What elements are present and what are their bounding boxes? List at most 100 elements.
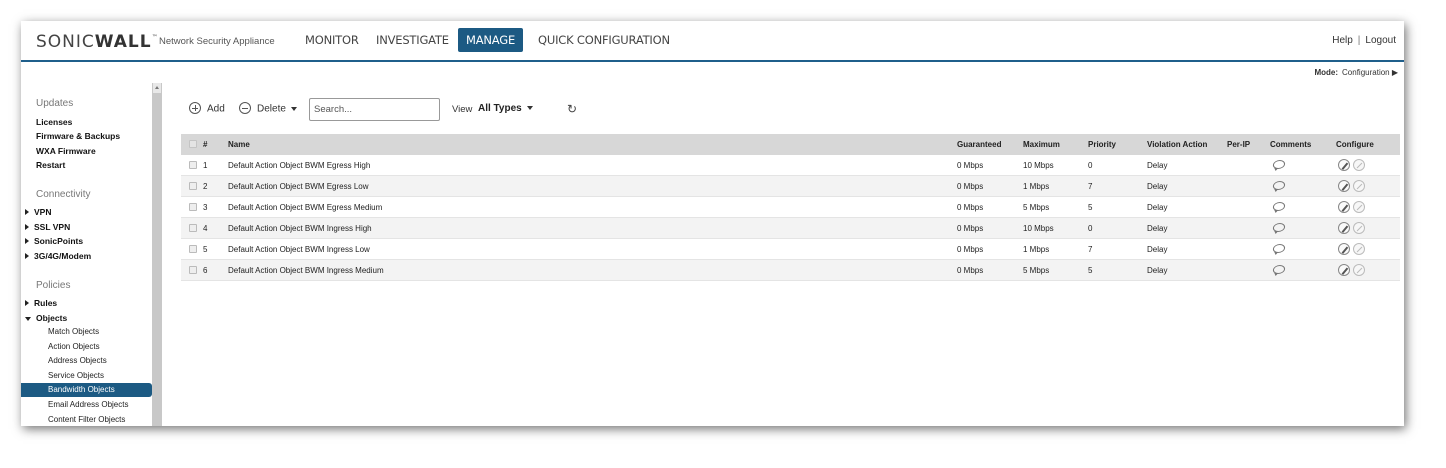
add-label: Add [207,103,225,115]
toolbar: Add Delete View All Types ↻ [189,98,589,122]
nav-manage[interactable]: MANAGE [458,28,524,52]
view-type-select[interactable]: All Types [478,103,533,114]
sidebar-item-firmware-backups[interactable]: Firmware & Backups [36,131,120,141]
row-number: 6 [203,266,208,275]
table-row[interactable]: 1 Default Action Object BWM Egress High … [181,155,1400,176]
row-checkbox[interactable] [189,203,197,211]
row-maximum: 5 Mbps [1023,203,1050,212]
sidebar-item-3g-4g-modem[interactable]: 3G/4G/Modem [25,251,93,261]
column-header-per-ip[interactable]: Per-IP [1227,134,1250,155]
comment-icon[interactable] [1272,202,1286,211]
sidebar-subitem-content-filter-objects[interactable]: Content Filter Objects [48,415,125,424]
sidebar-item-sonicpoints[interactable]: SonicPoints [25,236,85,246]
expand-arrow-icon [25,300,29,306]
sidebar-item-label: SSL VPN [34,222,71,232]
row-guaranteed: 0 Mbps [957,182,984,191]
delete-row-icon[interactable] [1353,222,1365,234]
table-header: # Name Guaranteed Maximum Priority Viola… [181,134,1400,155]
expand-arrow-icon [25,224,29,230]
sidebar-subitem-action-objects[interactable]: Action Objects [48,342,100,351]
sonicwall-logo[interactable]: SONICWALL™ [36,32,159,52]
add-button[interactable]: Add [189,102,225,115]
bandwidth-objects-table: # Name Guaranteed Maximum Priority Viola… [181,134,1400,281]
expand-arrow-icon [25,209,29,215]
edit-icon[interactable] [1338,222,1350,234]
column-header-configure: Configure [1336,140,1374,149]
row-checkbox[interactable] [189,182,197,190]
logo-text-bold: WALL [94,32,152,52]
sidebar-item-label: Objects [36,313,68,323]
mode-value[interactable]: Configuration ▶ [1342,68,1398,77]
column-header-guaranteed[interactable]: Guaranteed [957,134,1001,155]
sidebar-item-rules[interactable]: Rules [25,298,59,308]
delete-row-icon[interactable] [1353,159,1365,171]
product-name: Network Security Appliance [159,36,275,47]
view-label: View [452,104,473,115]
edit-icon[interactable] [1338,180,1350,192]
table-row[interactable]: 3 Default Action Object BWM Egress Mediu… [181,197,1400,218]
edit-icon[interactable] [1338,159,1350,171]
nav-monitor[interactable]: MONITOR [297,28,367,52]
row-violation-action: Delay [1147,182,1168,191]
chevron-down-icon [290,107,297,111]
row-priority: 7 [1088,182,1093,191]
row-checkbox[interactable] [189,266,197,274]
nav-investigate[interactable]: INVESTIGATE [368,28,457,52]
table-row[interactable]: 5 Default Action Object BWM Ingress Low … [181,239,1400,260]
row-name: Default Action Object BWM Ingress Medium [228,266,384,275]
sidebar-section-connectivity: Connectivity [36,189,91,200]
table-row[interactable]: 6 Default Action Object BWM Ingress Medi… [181,260,1400,281]
help-link[interactable]: Help [1332,35,1353,46]
row-checkbox[interactable] [189,161,197,169]
row-checkbox[interactable] [189,224,197,232]
sidebar-subitem-email-address-objects[interactable]: Email Address Objects [48,400,128,409]
edit-icon[interactable] [1338,264,1350,276]
sidebar-item-restart[interactable]: Restart [36,160,65,170]
delete-button[interactable]: Delete [239,102,297,115]
row-priority: 7 [1088,245,1093,254]
sidebar-subitem-match-objects[interactable]: Match Objects [48,327,99,336]
column-header-maximum[interactable]: Maximum [1023,134,1060,155]
comment-icon[interactable] [1272,181,1286,190]
select-all-checkbox[interactable] [189,140,197,148]
edit-icon[interactable] [1338,243,1350,255]
nav-quick-configuration[interactable]: QUICK CONFIGURATION [530,28,678,52]
sidebar-item-vpn[interactable]: VPN [25,207,53,217]
column-header-number[interactable]: # [203,134,207,155]
table-row[interactable]: 2 Default Action Object BWM Egress Low 0… [181,176,1400,197]
delete-row-icon[interactable] [1353,180,1365,192]
sidebar-item-label: SonicPoints [34,236,84,246]
comment-icon[interactable] [1272,223,1286,232]
comment-icon[interactable] [1272,244,1286,253]
row-maximum: 10 Mbps [1023,224,1054,233]
sidebar-item-licenses[interactable]: Licenses [36,117,72,127]
column-header-violation-action[interactable]: Violation Action [1147,134,1207,155]
search-input[interactable] [309,98,440,121]
comment-icon[interactable] [1272,160,1286,169]
sidebar-subitem-service-objects[interactable]: Service Objects [48,371,104,380]
row-name: Default Action Object BWM Egress High [228,161,371,170]
sidebar-subitem-bandwidth-objects[interactable]: Bandwidth Objects [21,383,152,397]
sidebar-item-objects[interactable]: Objects [25,313,68,323]
column-header-name[interactable]: Name [228,134,250,155]
scroll-up-icon[interactable] [153,83,161,93]
row-maximum: 1 Mbps [1023,245,1050,254]
sidebar-scrollbar[interactable] [152,83,162,426]
comment-icon[interactable] [1272,265,1286,274]
table-row[interactable]: 4 Default Action Object BWM Ingress High… [181,218,1400,239]
sidebar-item-wxa-firmware[interactable]: WXA Firmware [36,146,96,156]
row-checkbox[interactable] [189,245,197,253]
logout-link[interactable]: Logout [1365,35,1396,46]
row-name: Default Action Object BWM Ingress Low [228,245,370,254]
delete-row-icon[interactable] [1353,243,1365,255]
sidebar-item-ssl-vpn[interactable]: SSL VPN [25,222,71,232]
mode-indicator[interactable]: Mode: Configuration ▶ [1314,68,1398,77]
refresh-icon[interactable]: ↻ [567,102,577,116]
row-maximum: 5 Mbps [1023,266,1050,275]
delete-row-icon[interactable] [1353,201,1365,213]
delete-row-icon[interactable] [1353,264,1365,276]
column-header-priority[interactable]: Priority [1088,134,1116,155]
edit-icon[interactable] [1338,201,1350,213]
sidebar-subitem-address-objects[interactable]: Address Objects [48,356,107,365]
column-header-comments: Comments [1270,140,1312,149]
